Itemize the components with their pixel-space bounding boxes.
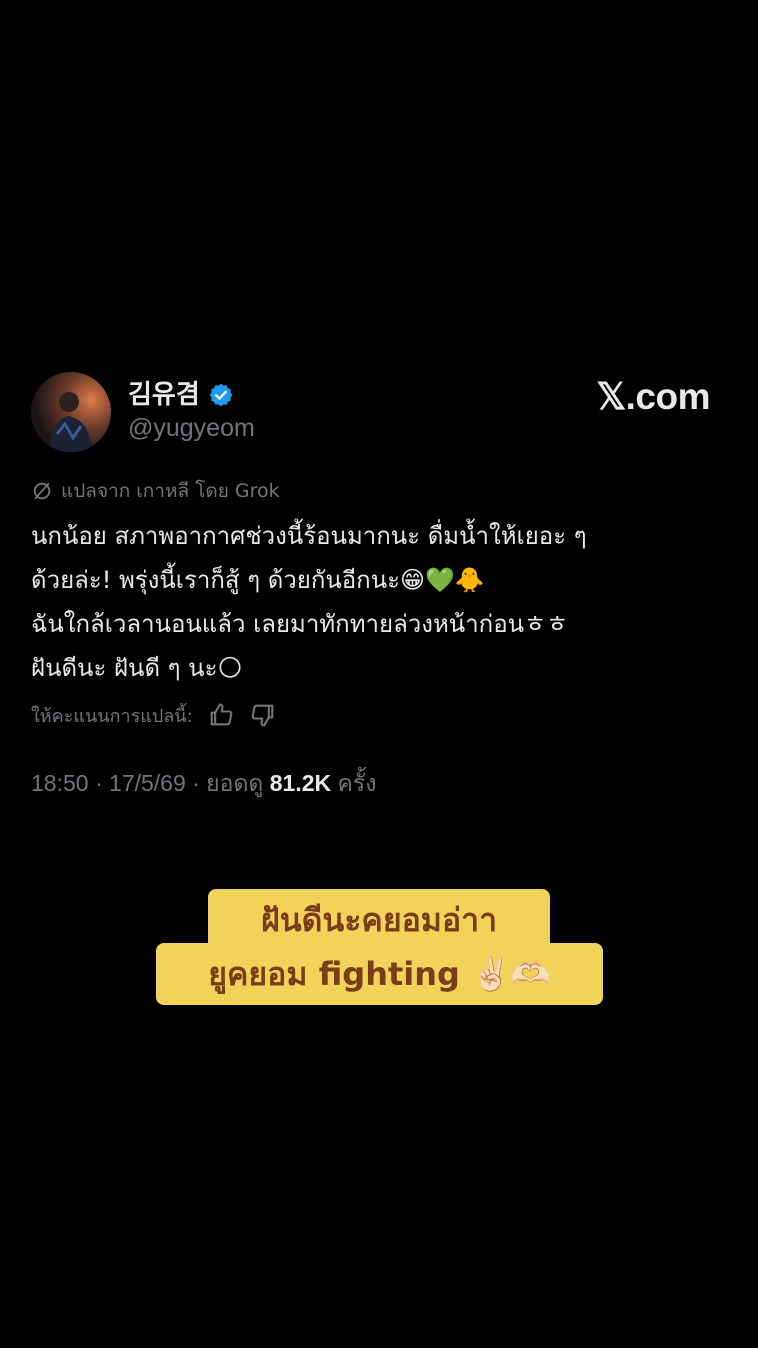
verified-badge-icon	[209, 383, 233, 407]
caption-line-2: ยูคยอม fighting ✌🏻🫶🏻	[208, 955, 551, 993]
view-count: 81.2K	[269, 770, 332, 796]
x-logo: 𝕏.com	[596, 376, 710, 417]
author-handle[interactable]: @yugyeom	[128, 412, 255, 444]
tweet-meta: 18:50 · 17/5/69 · ยอดดู 81.2K ครั้ง	[31, 767, 376, 799]
tweet-timestamp[interactable]: 18:50 · 17/5/69 · ยอดดู	[31, 770, 270, 796]
tweet-card: 김유겸 @yugyeom 𝕏.com แปลจาก เกาหลี โดย Gro…	[0, 0, 758, 1348]
tweet-line: ฝันดีนะ ฝันดี ๆ นะ🌕	[31, 654, 243, 682]
translation-notice: แปลจาก เกาหลี โดย Grok	[31, 477, 280, 505]
tweet-line: ฉันใกล้เวลานอนแล้ว เลยมาทักทายล่วงหน้าก่…	[31, 610, 569, 638]
avatar-photo	[31, 372, 111, 452]
display-name[interactable]: 김유겸	[128, 378, 200, 412]
tweet-text: นกน้อย สภาพอากาศช่วงนี้ร้อนมากนะ ดื่มน้ำ…	[31, 514, 731, 690]
author-name-row: 김유겸	[128, 378, 234, 412]
rate-translation-label: ให้คะแนนการแปลนี้:	[31, 705, 193, 727]
caption-line-1: ฝันดีนะคยอมอ่าา	[260, 901, 498, 939]
translate-icon	[33, 482, 51, 500]
thumbs-down-icon[interactable]	[249, 701, 277, 729]
rate-translation: ให้คะแนนการแปลนี้:	[31, 700, 277, 730]
view-count-suffix: ครั้ง	[331, 770, 377, 796]
translation-label: แปลจาก เกาหลี โดย Grok	[61, 480, 280, 502]
tweet-line: นกน้อย สภาพอากาศช่วงนี้ร้อนมากนะ ดื่มน้ำ…	[31, 522, 587, 550]
avatar[interactable]	[31, 372, 111, 452]
tweet-line: ด้วยล่ะ! พรุ่งนี้เราก็สู้ ๆ ด้วยกันอีกนะ…	[31, 566, 485, 594]
thumbs-up-icon[interactable]	[207, 701, 235, 729]
